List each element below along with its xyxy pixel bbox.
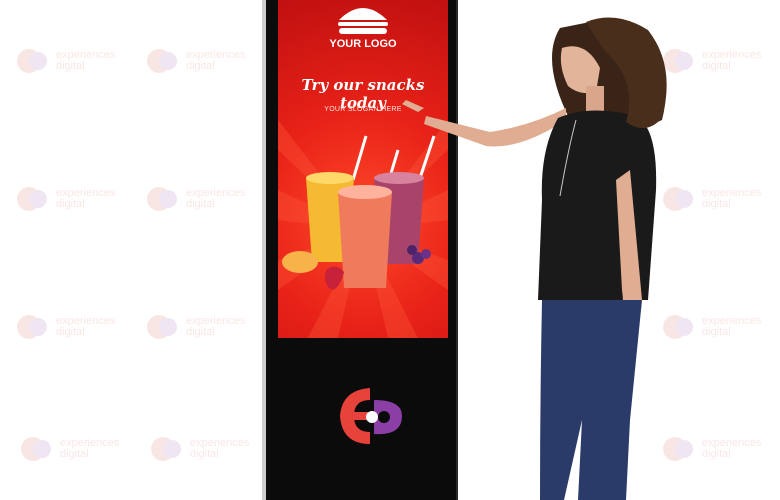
watermark-text: digital (702, 326, 731, 338)
watermark-text: digital (186, 60, 215, 72)
watermark-logo-icon (151, 437, 181, 461)
photo-scene: experiences digital experiences digital ex… (0, 0, 780, 500)
watermark-logo-icon (17, 315, 47, 339)
watermark-tile: experiences digital (16, 310, 115, 344)
watermark-text: digital (60, 448, 89, 460)
watermark-tile: experiences digital (150, 432, 249, 466)
watermark-tile: experiences digital (20, 432, 119, 466)
watermark-logo-icon (17, 187, 47, 211)
woman-touching-screen (402, 17, 667, 500)
watermark-logo-icon (147, 49, 177, 73)
watermark-text: digital (56, 198, 85, 210)
watermark-text: digital (702, 60, 731, 72)
watermark-text: digital (702, 448, 731, 460)
watermark-logo-icon (147, 187, 177, 211)
watermark-text: digital (702, 198, 731, 210)
watermark-logo-icon (147, 315, 177, 339)
watermark-tile: experiences digital (146, 44, 245, 78)
watermark-text: digital (56, 326, 85, 338)
watermark-tile: experiences digital (146, 182, 245, 216)
watermark-tile: experiences digital (16, 182, 115, 216)
watermark-logo-icon (17, 49, 47, 73)
watermark-text: digital (186, 198, 215, 210)
strawberry (324, 266, 344, 290)
peach-slice (282, 251, 318, 273)
watermark-text: digital (186, 326, 215, 338)
burger-icon (338, 8, 388, 34)
watermark-logo-icon (21, 437, 51, 461)
watermark-text: digital (190, 448, 219, 460)
watermark-tile: experiences digital (146, 310, 245, 344)
watermark-text: digital (56, 60, 85, 72)
watermark-tile: experiences digital (16, 44, 115, 78)
